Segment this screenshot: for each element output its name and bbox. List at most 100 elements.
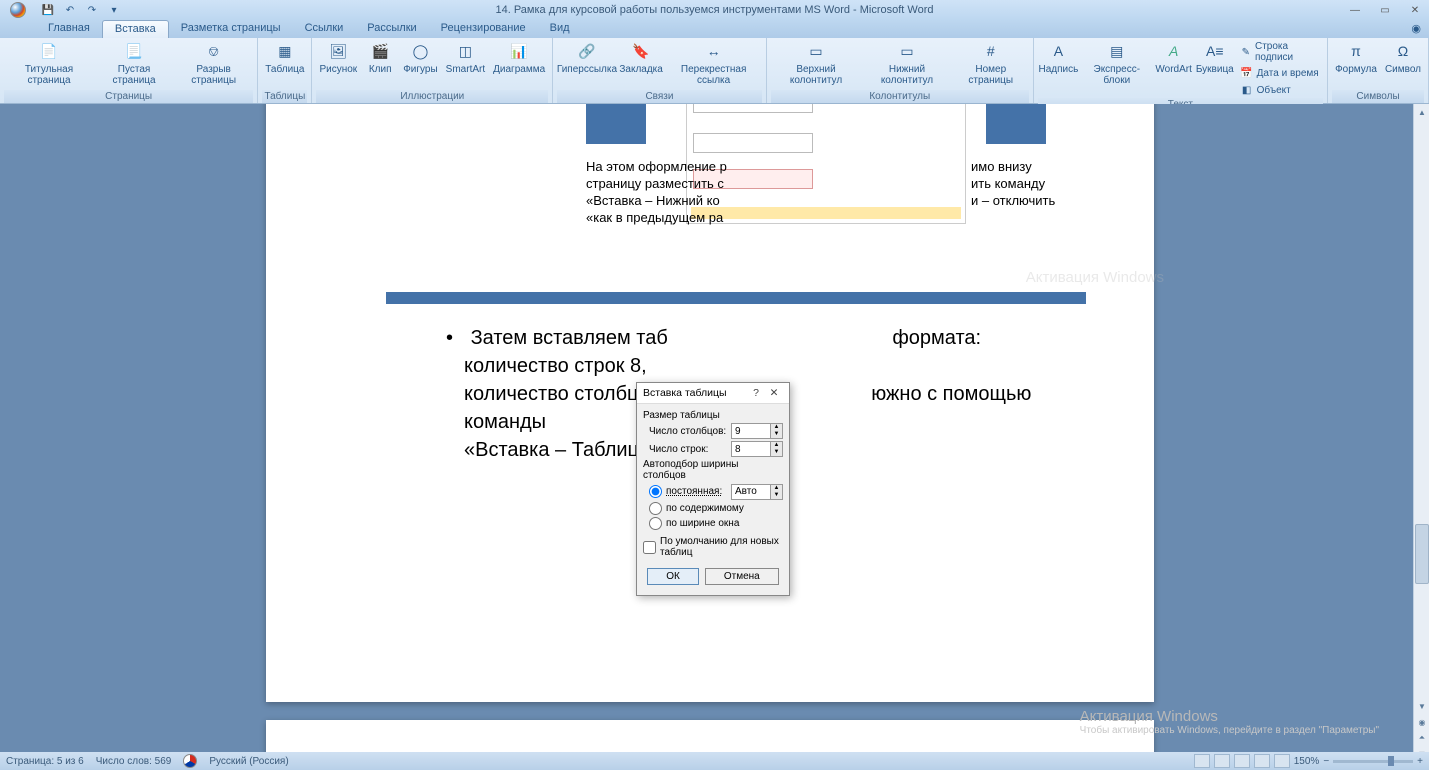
- crossref-button[interactable]: ↔Перекрестная ссылка: [665, 40, 761, 88]
- fixed-width-input[interactable]: [732, 486, 770, 497]
- vertical-scrollbar[interactable]: ▲ ▼ ◉ ⏶ ⏷: [1413, 104, 1429, 762]
- smartart-button[interactable]: ◫SmartArt: [443, 40, 488, 77]
- object-icon: ◧: [1240, 83, 1254, 97]
- tab-insert[interactable]: Вставка: [102, 20, 169, 38]
- ok-button[interactable]: ОК: [647, 568, 699, 585]
- default-checkbox[interactable]: [643, 541, 656, 554]
- dialog-close-button[interactable]: ✕: [765, 387, 783, 399]
- language-icon[interactable]: [183, 754, 197, 768]
- scroll-thumb[interactable]: [1415, 524, 1429, 584]
- dropcap-button[interactable]: A≡Буквица: [1195, 40, 1235, 77]
- wordart-button[interactable]: AWordArt: [1154, 40, 1193, 77]
- spin-down-icon[interactable]: ▼: [770, 449, 782, 456]
- datetime-button[interactable]: 📅Дата и время: [1237, 65, 1323, 81]
- spin-up-icon[interactable]: ▲: [770, 424, 782, 431]
- footer-button[interactable]: ▭Нижний колонтитул: [863, 40, 951, 88]
- fixed-width-combo[interactable]: ▲▼: [731, 484, 783, 500]
- bookmark-button[interactable]: 🔖Закладка: [619, 40, 664, 77]
- label: Клип: [369, 64, 392, 75]
- cols-spinner[interactable]: ▲▼: [731, 423, 783, 439]
- zoom-slider[interactable]: [1333, 760, 1413, 763]
- cancel-button[interactable]: Отмена: [705, 568, 779, 585]
- title-page-button[interactable]: 📄Титульная страница: [4, 40, 94, 88]
- object-button[interactable]: ◧Объект: [1237, 82, 1323, 98]
- status-zoom[interactable]: 150%: [1294, 756, 1320, 767]
- tab-mailings[interactable]: Рассылки: [355, 20, 428, 38]
- scroll-down-icon[interactable]: ▼: [1414, 698, 1429, 714]
- page-break-button[interactable]: ⎊Разрыв страницы: [174, 40, 253, 88]
- equation-icon: π: [1346, 42, 1366, 62]
- pagenum-button[interactable]: #Номер страницы: [953, 40, 1029, 88]
- rows-spinner[interactable]: ▲▼: [731, 441, 783, 457]
- tab-view[interactable]: Вид: [538, 20, 582, 38]
- radio-content[interactable]: [649, 502, 662, 515]
- qat-dropdown-icon[interactable]: ▾: [106, 2, 122, 18]
- scroll-up-icon[interactable]: ▲: [1414, 104, 1429, 120]
- view-print-layout-button[interactable]: [1194, 754, 1210, 768]
- embed-text: имо внизу: [971, 159, 1032, 174]
- textbox-button[interactable]: AНадпись: [1038, 40, 1079, 77]
- tab-layout[interactable]: Разметка страницы: [169, 20, 293, 38]
- embed-text: «как в предыдущем ра: [586, 210, 723, 225]
- picture-button[interactable]: 🖼Рисунок: [316, 40, 360, 77]
- embed-text: На этом оформление р: [586, 159, 727, 174]
- zoom-thumb[interactable]: [1388, 756, 1394, 766]
- sigline-button[interactable]: ✎Строка подписи: [1237, 40, 1323, 64]
- spin-down-icon[interactable]: ▼: [770, 431, 782, 438]
- prev-page-icon[interactable]: ⏶: [1414, 730, 1429, 746]
- undo-icon[interactable]: ↶: [62, 2, 78, 18]
- cols-input[interactable]: [732, 426, 770, 437]
- redo-icon[interactable]: ↷: [84, 2, 100, 18]
- browse-object-icon[interactable]: ◉: [1414, 714, 1429, 730]
- radio-window[interactable]: [649, 517, 662, 530]
- chart-button[interactable]: 📊Диаграмма: [490, 40, 548, 77]
- view-full-screen-button[interactable]: [1214, 754, 1230, 768]
- label: Гиперссылка: [557, 64, 617, 75]
- status-page[interactable]: Страница: 5 из 6: [6, 756, 84, 767]
- shapes-button[interactable]: ◯Фигуры: [400, 40, 440, 77]
- status-words[interactable]: Число слов: 569: [96, 756, 172, 767]
- spin-down-icon[interactable]: ▼: [770, 492, 782, 499]
- office-button[interactable]: [0, 0, 36, 20]
- tab-references[interactable]: Ссылки: [293, 20, 356, 38]
- view-outline-button[interactable]: [1254, 754, 1270, 768]
- minimize-button[interactable]: —: [1341, 1, 1369, 19]
- zoom-in-button[interactable]: +: [1417, 756, 1423, 767]
- symbol-button[interactable]: ΩСимвол: [1382, 40, 1424, 77]
- table-button[interactable]: ▦Таблица: [262, 40, 307, 77]
- maximize-button[interactable]: ▭: [1371, 1, 1399, 19]
- quickparts-button[interactable]: ▤Экспресс-блоки: [1081, 40, 1152, 88]
- label: Буквица: [1196, 64, 1234, 75]
- help-icon[interactable]: ◉: [1403, 20, 1429, 38]
- bookmark-icon: 🔖: [631, 42, 651, 62]
- dialog-titlebar[interactable]: Вставка таблицы ? ✕: [637, 383, 789, 404]
- clip-button[interactable]: 🎬Клип: [362, 40, 398, 77]
- quick-access-toolbar: 💾 ↶ ↷ ▾: [36, 2, 122, 18]
- spin-up-icon[interactable]: ▲: [770, 442, 782, 449]
- save-icon[interactable]: 💾: [40, 2, 56, 18]
- status-language[interactable]: Русский (Россия): [209, 756, 288, 767]
- dialog-help-button[interactable]: ?: [747, 387, 765, 399]
- page-break-icon: ⎊: [204, 42, 224, 62]
- equation-button[interactable]: πФормула: [1332, 40, 1380, 77]
- radio-window-label: по ширине окна: [666, 518, 739, 529]
- ribbon-group-illustrations: 🖼Рисунок 🎬Клип ◯Фигуры ◫SmartArt 📊Диагра…: [312, 38, 553, 103]
- tab-home[interactable]: Главная: [36, 20, 102, 38]
- zoom-out-button[interactable]: −: [1323, 756, 1329, 767]
- tab-review[interactable]: Рецензирование: [429, 20, 538, 38]
- header-button[interactable]: ▭Верхний колонтитул: [771, 40, 861, 88]
- rows-input[interactable]: [732, 444, 770, 455]
- hyperlink-button[interactable]: 🔗Гиперссылка: [557, 40, 617, 77]
- quickparts-icon: ▤: [1107, 42, 1127, 62]
- view-web-button[interactable]: [1234, 754, 1250, 768]
- window-controls: — ▭ ✕: [1341, 1, 1429, 19]
- text: Затем вставляем таб: [471, 327, 668, 349]
- rows-label: Число строк:: [643, 444, 727, 455]
- close-button[interactable]: ✕: [1401, 1, 1429, 19]
- radio-fixed[interactable]: [649, 485, 662, 498]
- view-draft-button[interactable]: [1274, 754, 1290, 768]
- label: Разрыв страницы: [177, 64, 250, 86]
- dialog-title: Вставка таблицы: [643, 387, 747, 399]
- spin-up-icon[interactable]: ▲: [770, 485, 782, 492]
- blank-page-button[interactable]: 📃Пустая страница: [96, 40, 172, 88]
